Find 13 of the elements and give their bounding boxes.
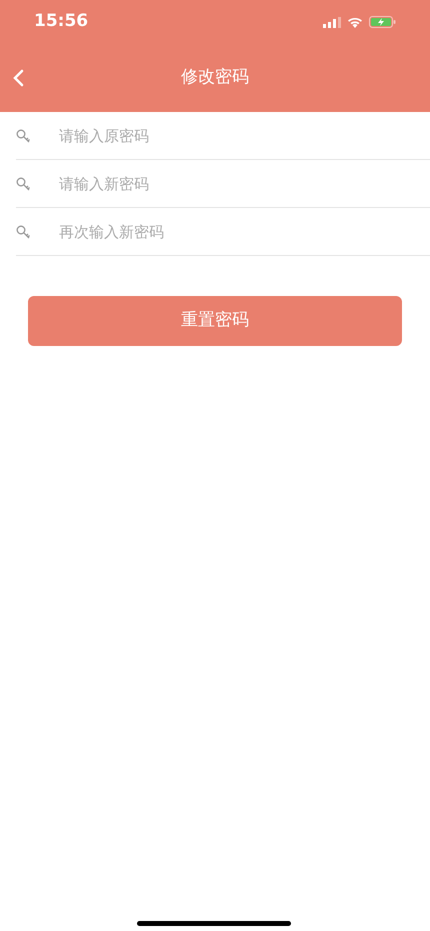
signal-icon bbox=[323, 16, 341, 28]
page-title: 修改密码 bbox=[181, 66, 249, 90]
status-time: 15:56 bbox=[34, 10, 88, 34]
password-field[interactable]: 请输入原密码 bbox=[59, 112, 430, 159]
battery-charging-icon bbox=[369, 16, 396, 28]
password-field[interactable]: 请输入新密码 bbox=[59, 160, 430, 207]
reset-password-button[interactable]: 重置密码 bbox=[28, 296, 402, 346]
back-icon bbox=[12, 69, 24, 87]
key-icon bbox=[16, 224, 32, 238]
key-icon bbox=[16, 176, 32, 190]
key-icon bbox=[16, 128, 32, 142]
password-field[interactable]: 再次输入新密码 bbox=[59, 208, 430, 255]
wifi-icon bbox=[347, 16, 363, 28]
